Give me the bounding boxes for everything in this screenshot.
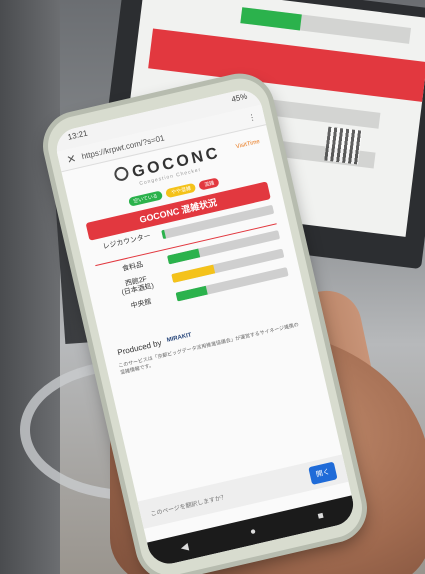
photo-scene: 13:21 45% ✕ https://krpwt.com/?s=01 ⋮ GO… [0,0,425,574]
congestion-bar-fill [175,285,208,302]
legend-item: やや混雑 [165,182,197,199]
legend-item: 空いている [127,190,164,207]
recents-icon[interactable]: ■ [316,510,324,522]
home-icon[interactable]: ● [249,525,257,537]
open-button[interactable]: 開く [308,461,338,485]
translate-prompt: このページを翻訳しますか？ [150,494,228,518]
location-pin-icon [113,165,130,183]
kiosk-bar [240,7,412,44]
background-pillar [0,0,60,574]
close-icon[interactable]: ✕ [65,151,78,166]
kiosk-bar-fill [240,7,302,31]
legend-item: 混雑 [198,177,221,191]
congestion-bar-fill [161,229,167,240]
congestion-bar-fill [171,264,216,283]
congestion-bar-fill [166,248,201,265]
brand-logo: MIRAKIT [166,332,193,345]
kiosk-qr-code [324,126,363,165]
back-icon[interactable]: ◀ [180,541,190,553]
share-icon[interactable]: ⋮ [247,112,257,123]
